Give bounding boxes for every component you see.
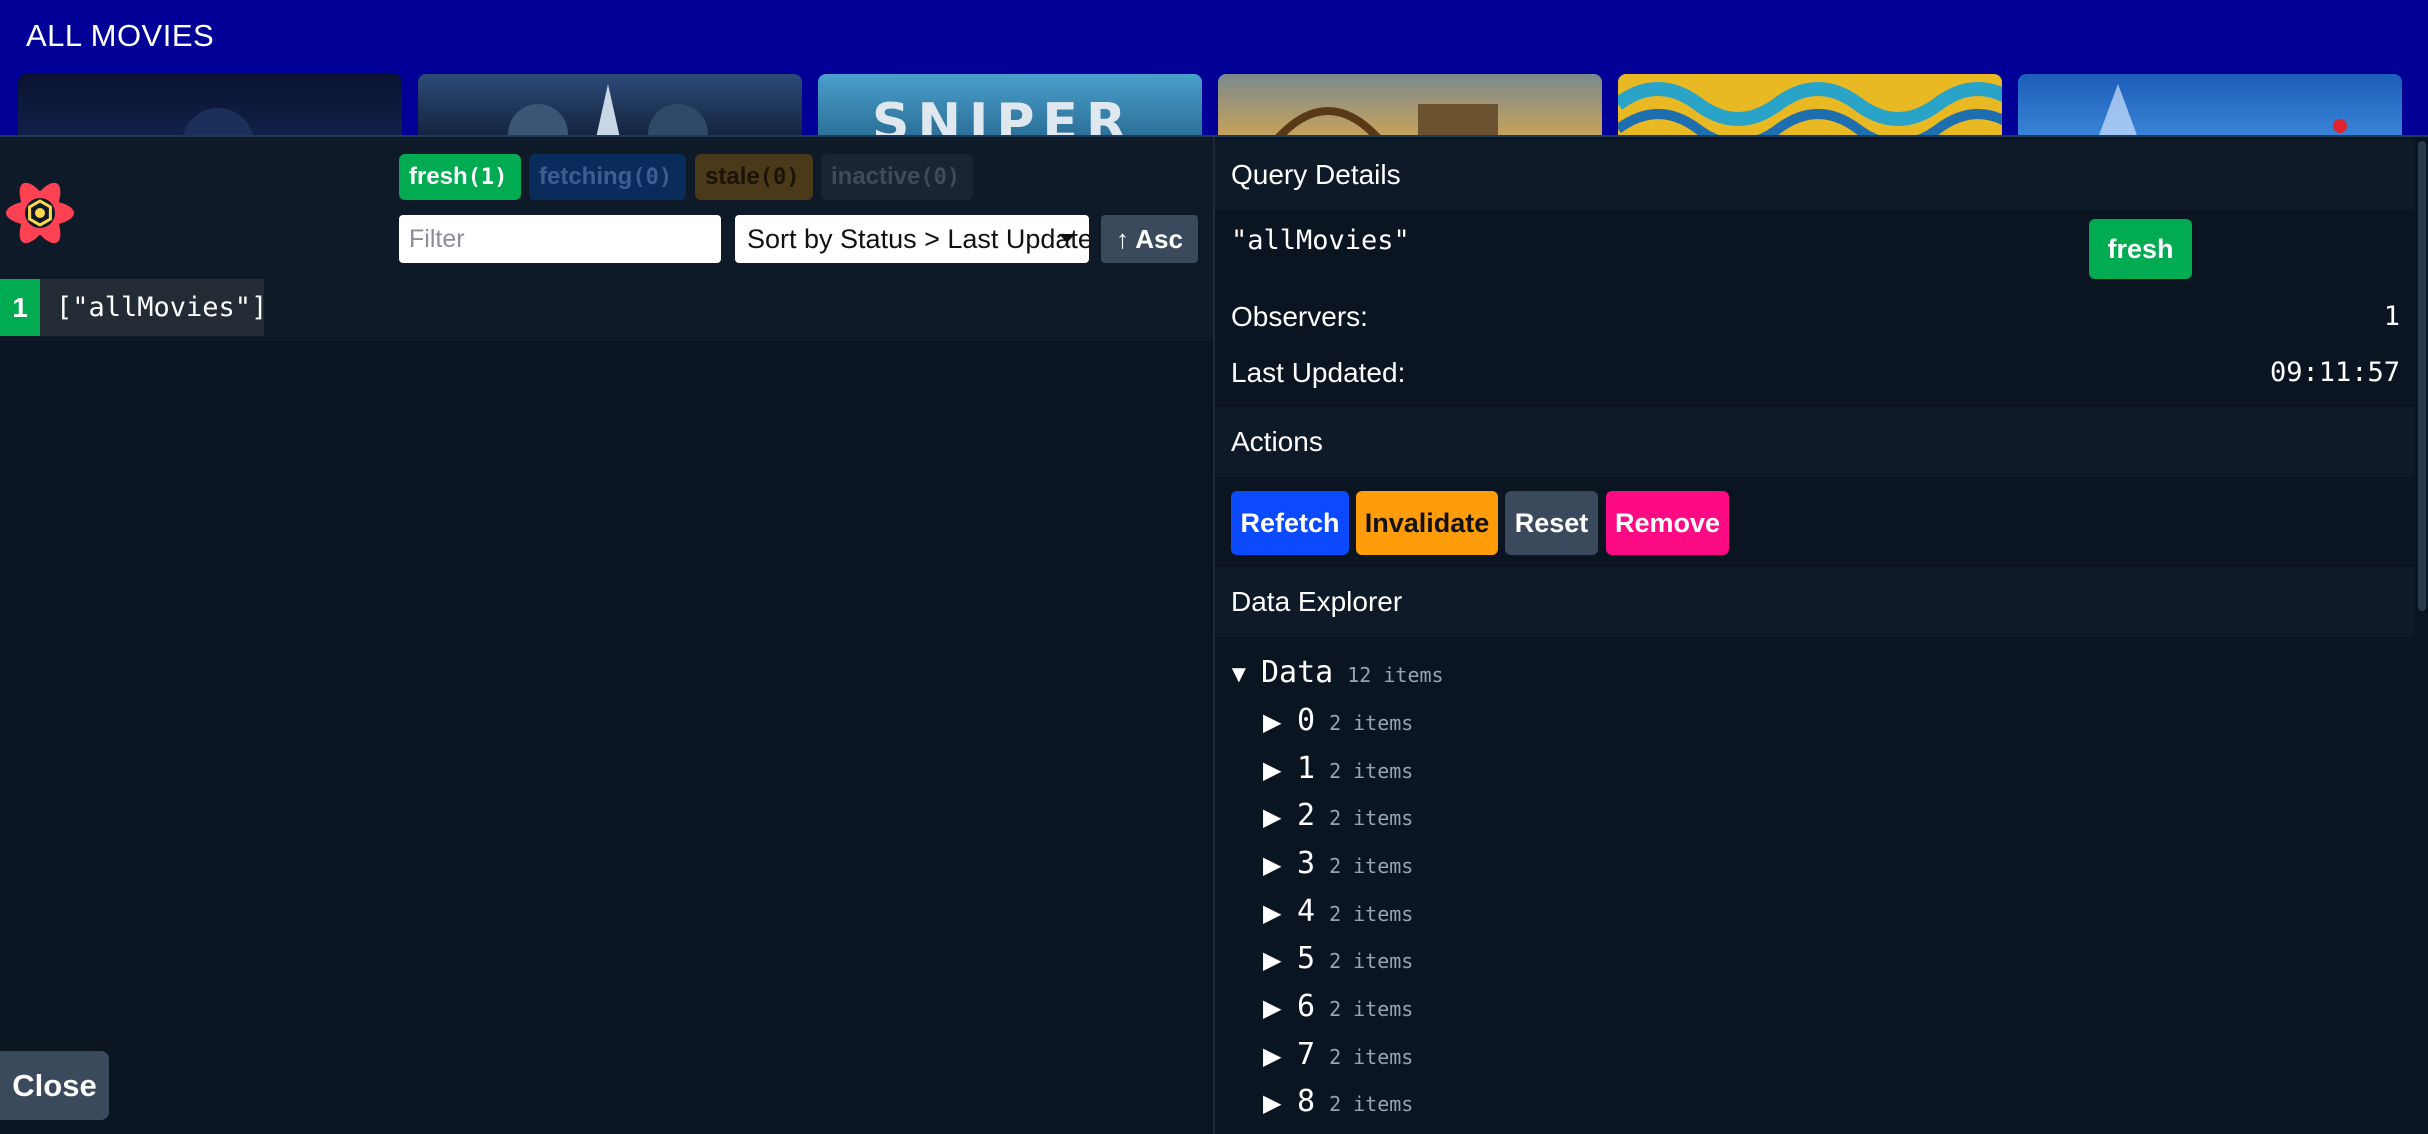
- tree-key: 3: [1297, 846, 1316, 881]
- chip-label: fetching: [539, 163, 633, 190]
- data-explorer-header: Data Explorer: [1215, 567, 2414, 637]
- collapse-arrow-icon: ▶: [1263, 709, 1282, 736]
- query-list-pane: fresh(1) fetching(0) stale(0) inactive(0…: [0, 137, 1213, 1134]
- actions-header: Actions: [1215, 407, 2414, 477]
- tree-item[interactable]: ▶ 2 2 items: [1263, 794, 1413, 838]
- tree-item-count: 2 items: [1329, 902, 1414, 926]
- collapse-arrow-icon: ▶: [1263, 757, 1282, 784]
- tree-key: 6: [1297, 989, 1316, 1024]
- poster-image: [1618, 82, 2002, 138]
- collapse-arrow-icon: ▶: [1263, 1090, 1282, 1117]
- refetch-button[interactable]: Refetch: [1231, 491, 1349, 555]
- movie-poster[interactable]: [18, 74, 402, 138]
- chip-label: stale: [705, 163, 760, 190]
- tree-key: 2: [1297, 798, 1316, 833]
- chevron-down-icon: [1059, 234, 1075, 243]
- tree-item[interactable]: ▶ 5 2 items: [1263, 937, 1413, 981]
- poster-image: [508, 84, 708, 138]
- sort-select-value: Sort by Status > Last Updated: [747, 224, 1089, 254]
- tree-key: 7: [1297, 1037, 1316, 1072]
- expand-arrow-icon: ▼: [1227, 661, 1251, 688]
- movie-poster[interactable]: [1618, 74, 2002, 138]
- tree-item[interactable]: ▶ 1 2 items: [1263, 747, 1413, 791]
- tree-item-count: 2 items: [1329, 1092, 1414, 1116]
- collapse-arrow-icon: ▶: [1263, 1043, 1282, 1070]
- page-title: ALL MOVIES: [26, 18, 215, 53]
- observers-value: 1: [2383, 301, 2400, 332]
- tree-item-count: 2 items: [1329, 806, 1414, 830]
- tree-item-count: 2 items: [1329, 854, 1414, 878]
- tree-key: 5: [1297, 941, 1316, 976]
- movie-poster[interactable]: [418, 74, 802, 138]
- last-updated-label: Last Updated:: [1231, 357, 1406, 388]
- poster-image: SNIPER: [872, 93, 1134, 138]
- filter-chip-stale[interactable]: stale(0): [695, 154, 813, 200]
- movie-poster[interactable]: SNIPER: [818, 74, 1202, 138]
- tree-item-count: 2 items: [1329, 711, 1414, 735]
- chip-count: (0): [920, 165, 961, 190]
- tree-key: Data: [1261, 655, 1334, 690]
- collapse-arrow-icon: ▶: [1263, 947, 1282, 974]
- filter-chip-fresh[interactable]: fresh(1): [399, 154, 521, 200]
- chip-count: (0): [632, 165, 673, 190]
- reset-button[interactable]: Reset: [1505, 491, 1598, 555]
- query-row[interactable]: 1 ["allMovies"]: [0, 279, 1213, 341]
- last-updated-value: 09:11:57: [2269, 357, 2400, 388]
- tree-key: 0: [1297, 703, 1316, 738]
- tree-item-count: 2 items: [1329, 759, 1414, 783]
- poster-image: [1275, 104, 1498, 138]
- filter-input[interactable]: [399, 215, 721, 263]
- details-scrollbar[interactable]: [2416, 137, 2428, 1134]
- data-explorer: ▼ Data 12 items ▶ 0 2 items ▶ 1 2 items ▶ 2 2 it…: [1215, 651, 2414, 1134]
- chip-label: fresh: [409, 163, 468, 190]
- svg-text:SNIPER: SNIPER: [872, 93, 1134, 138]
- sort-direction-button[interactable]: ↑ Asc: [1101, 215, 1198, 263]
- chip-count: (0): [759, 165, 800, 190]
- tree-item[interactable]: ▶ 3 2 items: [1263, 842, 1413, 886]
- query-observer-count: 1: [0, 279, 40, 336]
- tree-item[interactable]: ▶ 6 2 items: [1263, 985, 1413, 1029]
- tree-item-count: 12 items: [1347, 663, 1444, 687]
- query-details-pane: Query Details "allMovies" fresh Observer…: [1213, 137, 2428, 1134]
- sort-select[interactable]: Sort by Status > Last Updated: [735, 215, 1089, 263]
- poster-image: [2098, 84, 2347, 138]
- tree-item-count: 2 items: [1329, 997, 1414, 1021]
- collapse-arrow-icon: ▶: [1263, 900, 1282, 927]
- query-key: ["allMovies"]: [40, 279, 267, 336]
- tree-item[interactable]: ▶ 7 2 items: [1263, 1033, 1413, 1077]
- movie-poster[interactable]: [2018, 74, 2402, 138]
- tree-item[interactable]: ▶ 8 2 items: [1263, 1080, 1413, 1124]
- collapse-arrow-icon: ▶: [1263, 995, 1282, 1022]
- remove-button[interactable]: Remove: [1606, 491, 1729, 555]
- close-button[interactable]: Close: [0, 1051, 109, 1120]
- query-details-key: "allMovies": [1231, 225, 1410, 256]
- movie-poster[interactable]: [1218, 74, 1602, 138]
- collapse-arrow-icon: ▶: [1263, 852, 1282, 879]
- react-query-logo-icon[interactable]: [2, 175, 78, 251]
- filter-chip-inactive[interactable]: inactive(0): [821, 154, 973, 200]
- tree-item-count: 2 items: [1329, 949, 1414, 973]
- chip-label: inactive: [831, 163, 921, 190]
- poster-image: [182, 108, 254, 138]
- filter-chip-fetching[interactable]: fetching(0): [529, 154, 686, 200]
- tree-root-data[interactable]: ▼ Data 12 items: [1227, 651, 1444, 695]
- app-header: ALL MOVIES SNIPER: [0, 0, 2428, 138]
- observers-label: Observers:: [1231, 301, 1368, 332]
- tree-item[interactable]: ▶ 4 2 items: [1263, 890, 1413, 934]
- chip-count: (1): [467, 165, 508, 190]
- scrollbar-thumb[interactable]: [2418, 141, 2426, 611]
- query-devtools-panel: fresh(1) fetching(0) stale(0) inactive(0…: [0, 135, 2428, 1134]
- tree-key: 4: [1297, 894, 1316, 929]
- invalidate-button[interactable]: Invalidate: [1356, 491, 1498, 555]
- tree-key: 1: [1297, 751, 1316, 786]
- query-details-header: Query Details: [1215, 140, 2414, 210]
- tree-item[interactable]: ▶ 0 2 items: [1263, 699, 1413, 743]
- tree-item-count: 2 items: [1329, 1045, 1414, 1069]
- devtools-toolbar: fresh(1) fetching(0) stale(0) inactive(0…: [0, 137, 1213, 279]
- tree-key: 8: [1297, 1084, 1316, 1119]
- status-badge: fresh: [2089, 219, 2192, 279]
- collapse-arrow-icon: ▶: [1263, 804, 1282, 831]
